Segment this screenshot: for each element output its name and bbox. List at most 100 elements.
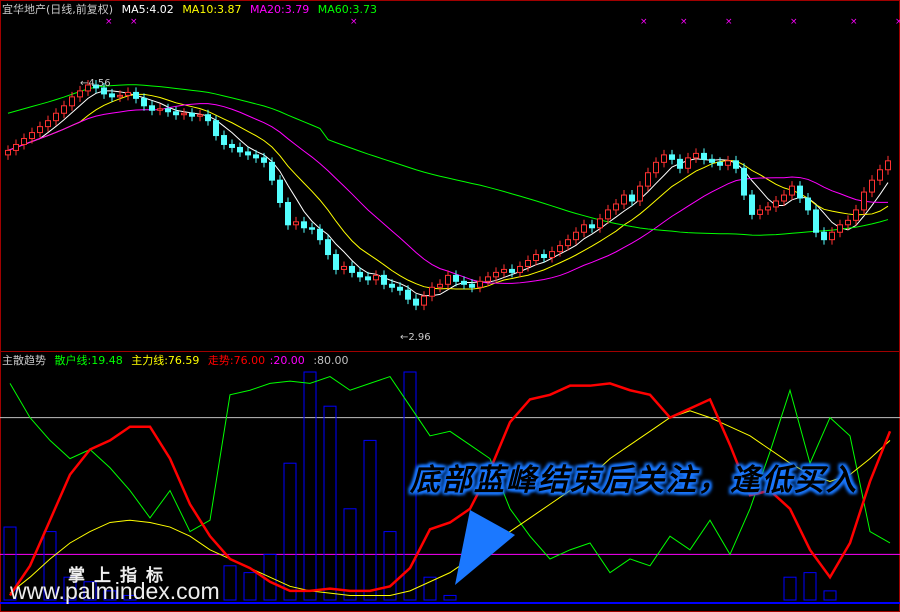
candle-body	[245, 151, 251, 156]
candle-body	[717, 161, 723, 166]
candle-body	[773, 200, 779, 208]
low-annotation: ←2.96	[400, 332, 431, 343]
candle-body	[637, 185, 643, 202]
candle-body	[197, 114, 203, 117]
candle-body	[653, 161, 659, 174]
volume-bar	[383, 531, 397, 601]
volume-bar	[423, 576, 437, 601]
candle-body	[285, 201, 291, 226]
signal-marker: ×	[350, 17, 358, 27]
volume-bar	[243, 572, 257, 601]
volume-bar	[223, 565, 237, 601]
retail-line-label: 散户线:19.48	[54, 354, 123, 367]
candle-body	[869, 179, 875, 193]
candle-body	[365, 276, 371, 281]
indicator-name: 主散趋势	[2, 354, 46, 367]
candle-body	[61, 105, 67, 114]
candle-body	[205, 114, 211, 122]
candle-body	[221, 135, 227, 145]
candle-body	[797, 185, 803, 199]
candle-body	[557, 245, 563, 253]
candle-body	[389, 283, 395, 288]
candle-body	[261, 157, 267, 163]
candle-body	[45, 120, 51, 128]
stock-title: 宜华地产(日线,前复权)	[2, 3, 114, 16]
candle-body	[645, 172, 651, 187]
candle-body	[149, 105, 155, 111]
banner-text: 底部蓝峰结束后关注，逢低买入	[410, 463, 858, 498]
candle-body	[741, 167, 747, 196]
candle-body	[693, 152, 699, 159]
candle-body	[269, 161, 275, 181]
candle-body	[405, 289, 411, 300]
candle-body	[805, 197, 811, 211]
indicator-legend: 主散趋势 散户线:19.48 主力线:76.59 走势:76.00 :20.00…	[2, 352, 354, 368]
candle-body	[421, 295, 427, 306]
signal-marker: ×	[895, 17, 900, 27]
candle-body	[277, 179, 283, 203]
candle-body	[213, 120, 219, 137]
ma60-line	[7, 84, 889, 236]
candle-body	[709, 158, 715, 163]
candle-body	[293, 221, 299, 226]
volume-bar	[323, 405, 337, 601]
candle-body	[485, 276, 491, 282]
candle-body	[509, 268, 515, 273]
signal-marker: ×	[640, 17, 648, 27]
signal-marker: ×	[790, 17, 798, 27]
candle-body	[397, 286, 403, 291]
candle-body	[53, 112, 59, 122]
candle-body	[477, 280, 483, 288]
candle-body	[69, 96, 75, 107]
candle-body	[349, 265, 355, 273]
candle-body	[429, 286, 435, 297]
volume-bar	[283, 462, 297, 601]
candle-body	[301, 221, 307, 229]
signal-marker: ×	[130, 17, 138, 27]
candle-body	[237, 146, 243, 153]
candle-body	[117, 94, 123, 98]
candle-body	[493, 271, 499, 278]
volume-bar	[803, 572, 817, 601]
candle-body	[445, 274, 451, 285]
candle-body	[621, 194, 627, 205]
candle-body	[165, 108, 171, 113]
candle-body	[597, 218, 603, 229]
candle-body	[517, 265, 523, 273]
candle-body	[885, 160, 891, 171]
candle-body	[317, 228, 323, 241]
candle-body	[157, 108, 163, 111]
signal-marker: ×	[105, 17, 113, 27]
candle-body	[461, 280, 467, 285]
level80-label: :80.00	[313, 354, 349, 367]
candle-body	[37, 126, 43, 134]
candle-body	[701, 152, 707, 160]
candle-body	[125, 91, 131, 96]
candle-body	[413, 298, 419, 306]
candle-body	[525, 260, 531, 267]
candle-body	[605, 209, 611, 220]
candle-body	[469, 283, 475, 288]
candle-body	[533, 254, 539, 262]
candle-body	[781, 194, 787, 202]
candle-body	[373, 274, 379, 281]
signal-marker: ×	[680, 17, 688, 27]
candle-body	[5, 149, 11, 156]
trend-label: 走势:76.00	[207, 354, 266, 367]
ma20-label: MA20:3.79	[250, 3, 310, 16]
ma10-line	[7, 93, 889, 290]
candle-body	[685, 157, 691, 169]
candle-body	[173, 111, 179, 116]
candle-body	[253, 154, 259, 159]
candle-body	[629, 194, 635, 202]
candle-body	[309, 227, 315, 230]
candle-body	[677, 158, 683, 169]
ma20-line	[7, 103, 888, 284]
candle-body	[813, 209, 819, 233]
candle-body	[325, 239, 331, 256]
candle-body	[501, 268, 507, 273]
level20-label: :20.00	[269, 354, 305, 367]
candle-body	[565, 239, 571, 247]
candle-body	[21, 138, 27, 145]
candle-body	[861, 191, 867, 211]
